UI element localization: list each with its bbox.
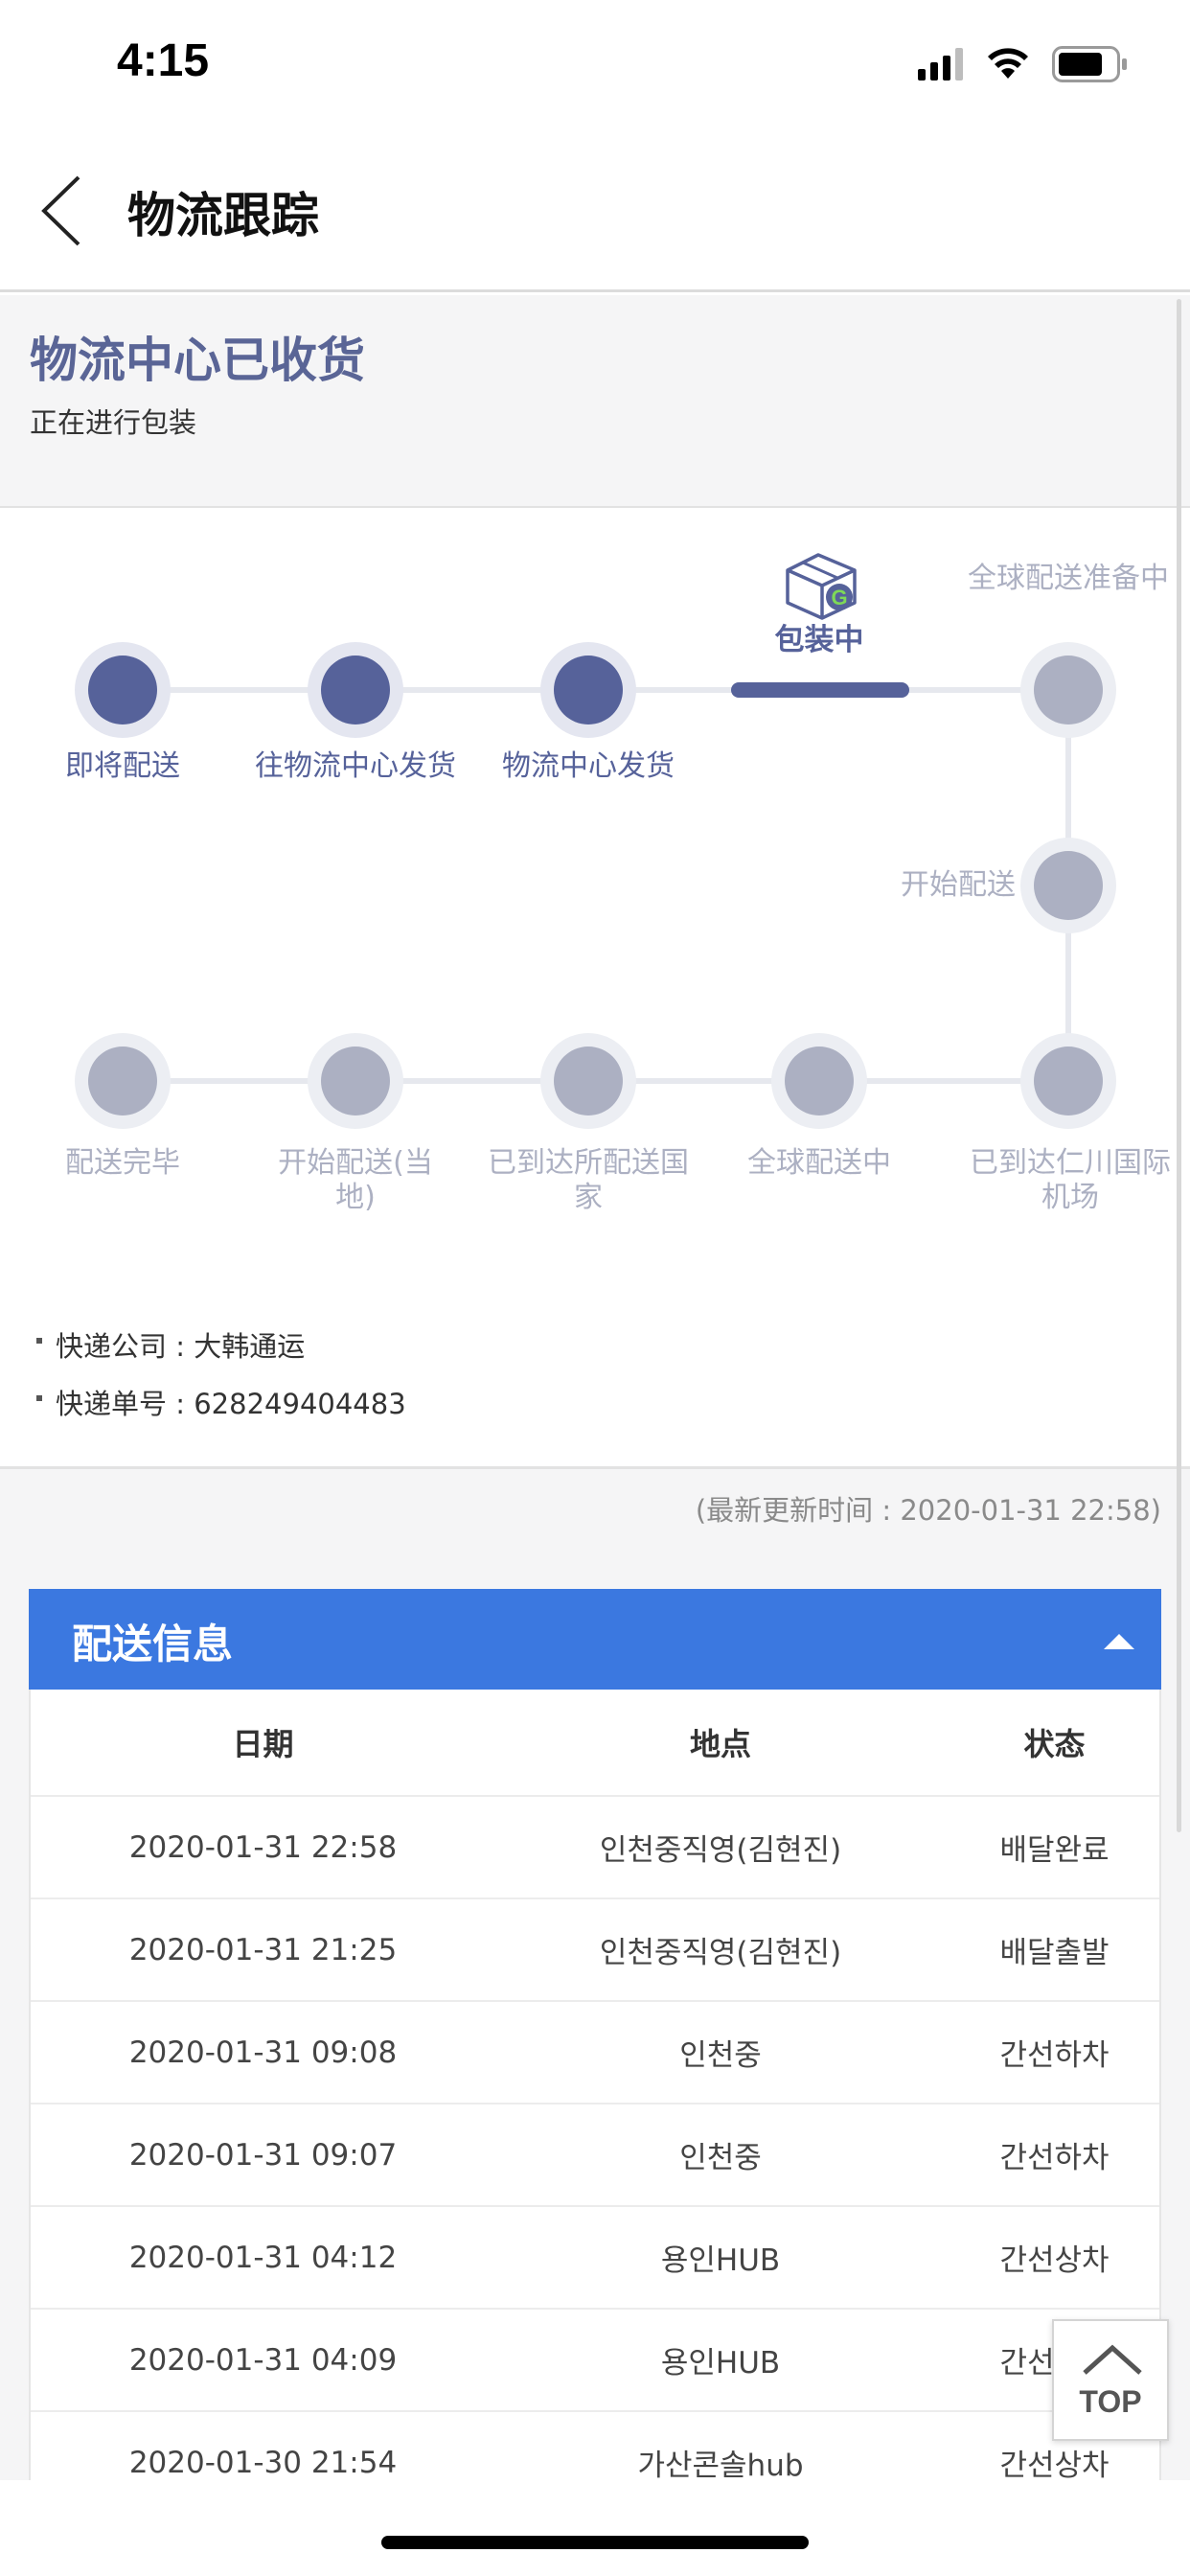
home-bar bbox=[0, 2480, 1190, 2576]
delivery-section: (最新更新时间 : 2020-01-31 22:58) 配送信息 日期 地点 状… bbox=[0, 1469, 1190, 2515]
table-row: 2020-01-31 09:08 인천중 간선하차 bbox=[31, 2002, 1159, 2104]
step-circle-9 bbox=[540, 1033, 636, 1129]
courier-label: 快递公司 bbox=[56, 1330, 168, 1363]
delivery-panel-title: 配送信息 bbox=[72, 1621, 234, 1668]
home-indicator[interactable] bbox=[381, 2536, 809, 2549]
signal-icon bbox=[918, 48, 963, 80]
status-time: 4:15 bbox=[117, 35, 210, 86]
step-circle-7 bbox=[1020, 1033, 1116, 1129]
row-status: 배달출발 bbox=[999, 1936, 1110, 1970]
row-location: 인천중 bbox=[679, 2038, 762, 2073]
tracking-number: 快递单号 : 628249404483 bbox=[36, 1382, 406, 1422]
column-header-location: 地点 bbox=[689, 1726, 751, 1762]
app-header: 物流跟踪 bbox=[0, 129, 1190, 292]
current-step-bar bbox=[731, 682, 909, 698]
step-label-11: 配送完毕 bbox=[65, 1146, 180, 1180]
step-circle-1 bbox=[75, 642, 171, 738]
tracking-label: 快递单号 bbox=[56, 1388, 168, 1420]
courier-name: 大韩通运 bbox=[194, 1330, 306, 1363]
step-label-1: 即将配送 bbox=[65, 749, 180, 783]
battery-icon bbox=[1052, 46, 1127, 82]
bullet-icon bbox=[36, 1395, 42, 1401]
step-label-3: 物流中心发货 bbox=[502, 749, 675, 783]
step-circle-6 bbox=[1020, 838, 1116, 933]
row-location: 인천중직영(김현진) bbox=[599, 1936, 842, 1970]
row-date: 2020-01-31 04:09 bbox=[128, 2342, 398, 2378]
status-title: 物流中心已收货 bbox=[30, 333, 365, 388]
scroll-to-top-button[interactable]: TOP bbox=[1052, 2319, 1169, 2441]
row-status: 간선상차 bbox=[999, 2243, 1110, 2278]
column-header-status: 状态 bbox=[1023, 1726, 1086, 1762]
chevron-up-icon bbox=[1083, 2344, 1142, 2375]
step-label-6: 开始配送 bbox=[901, 868, 1016, 902]
bullet-icon bbox=[36, 1338, 42, 1344]
tracking-value: 628249404483 bbox=[194, 1388, 406, 1420]
table-row: 2020-01-31 22:58 인천중직영(김현진) 배달완료 bbox=[31, 1797, 1159, 1899]
row-location: 인천중직영(김현진) bbox=[599, 1833, 842, 1868]
top-label: TOP bbox=[1079, 2384, 1142, 2419]
step-label-8: 全球配送中 bbox=[747, 1146, 891, 1180]
courier-company: 快递公司 : 大韩通运 bbox=[36, 1324, 305, 1365]
scrollbar[interactable] bbox=[1177, 299, 1181, 1832]
step-label-2: 往物流中心发货 bbox=[255, 749, 456, 783]
row-status: 배달완료 bbox=[999, 1833, 1110, 1868]
row-status: 간선하차 bbox=[999, 2141, 1110, 2175]
step-circle-11 bbox=[75, 1033, 171, 1129]
svg-text:G: G bbox=[831, 586, 847, 610]
back-button[interactable] bbox=[29, 168, 96, 254]
step-circle-10 bbox=[308, 1033, 403, 1129]
column-header-date: 日期 bbox=[232, 1726, 294, 1762]
row-status: 간선하차 bbox=[999, 2038, 1110, 2073]
row-date: 2020-01-31 22:58 bbox=[128, 1829, 398, 1865]
table-row: 2020-01-31 04:12 용인HUB 간선상차 bbox=[31, 2207, 1159, 2310]
last-update-time: (最新更新时间 : 2020-01-31 22:58) bbox=[695, 1494, 1161, 1527]
table-header-row: 日期 地点 状态 bbox=[31, 1690, 1159, 1797]
row-location: 용인HUB bbox=[660, 2243, 781, 2278]
wifi-icon bbox=[988, 48, 1028, 79]
step-label-4: 包装中 bbox=[774, 623, 864, 657]
table-row: 2020-01-31 21:25 인천중직영(김현진) 배달출발 bbox=[31, 1899, 1159, 2002]
table-row: 2020-01-31 09:07 인천중 간선하차 bbox=[31, 2104, 1159, 2207]
collapse-arrow-icon[interactable] bbox=[1098, 1621, 1140, 1659]
step-circle-5 bbox=[1020, 642, 1116, 738]
status-bar: 4:15 bbox=[0, 0, 1190, 129]
progress-tracker: G 即将配送 往物流中心发货 物流中心发货 包装中 全球配送准备中 开始配送 已… bbox=[0, 508, 1190, 1466]
delivery-table: 日期 地点 状态 2020-01-31 22:58 인천중직영(김현진) 배달완… bbox=[29, 1690, 1161, 2515]
row-location: 인천중 bbox=[679, 2141, 762, 2175]
package-box-icon: G bbox=[786, 553, 857, 620]
status-subtitle: 正在进行包装 bbox=[30, 406, 197, 439]
step-circle-8 bbox=[771, 1033, 867, 1129]
row-date: 2020-01-31 09:07 bbox=[128, 2137, 398, 2173]
shipment-status: 物流中心已收货 正在进行包装 bbox=[0, 295, 1190, 508]
step-label-9: 已到达所配送国家 bbox=[488, 1146, 689, 1214]
row-location: 용인HUB bbox=[660, 2346, 781, 2380]
step-label-10: 开始配送(当地) bbox=[278, 1146, 433, 1214]
row-date: 2020-01-31 21:25 bbox=[128, 1932, 398, 1967]
step-label-7: 已到达仁川国际机场 bbox=[970, 1146, 1171, 1214]
step-circle-3 bbox=[540, 642, 636, 738]
table-row: 2020-01-31 04:09 용인HUB 간선하차 bbox=[31, 2310, 1159, 2412]
step-label-5: 全球配送准备中 bbox=[968, 562, 1169, 595]
row-date: 2020-01-31 04:12 bbox=[128, 2240, 398, 2275]
step-circle-2 bbox=[308, 642, 403, 738]
page-title: 物流跟踪 bbox=[127, 188, 319, 243]
row-date: 2020-01-31 09:08 bbox=[128, 2035, 398, 2070]
delivery-panel-header[interactable]: 配送信息 bbox=[29, 1589, 1161, 1690]
